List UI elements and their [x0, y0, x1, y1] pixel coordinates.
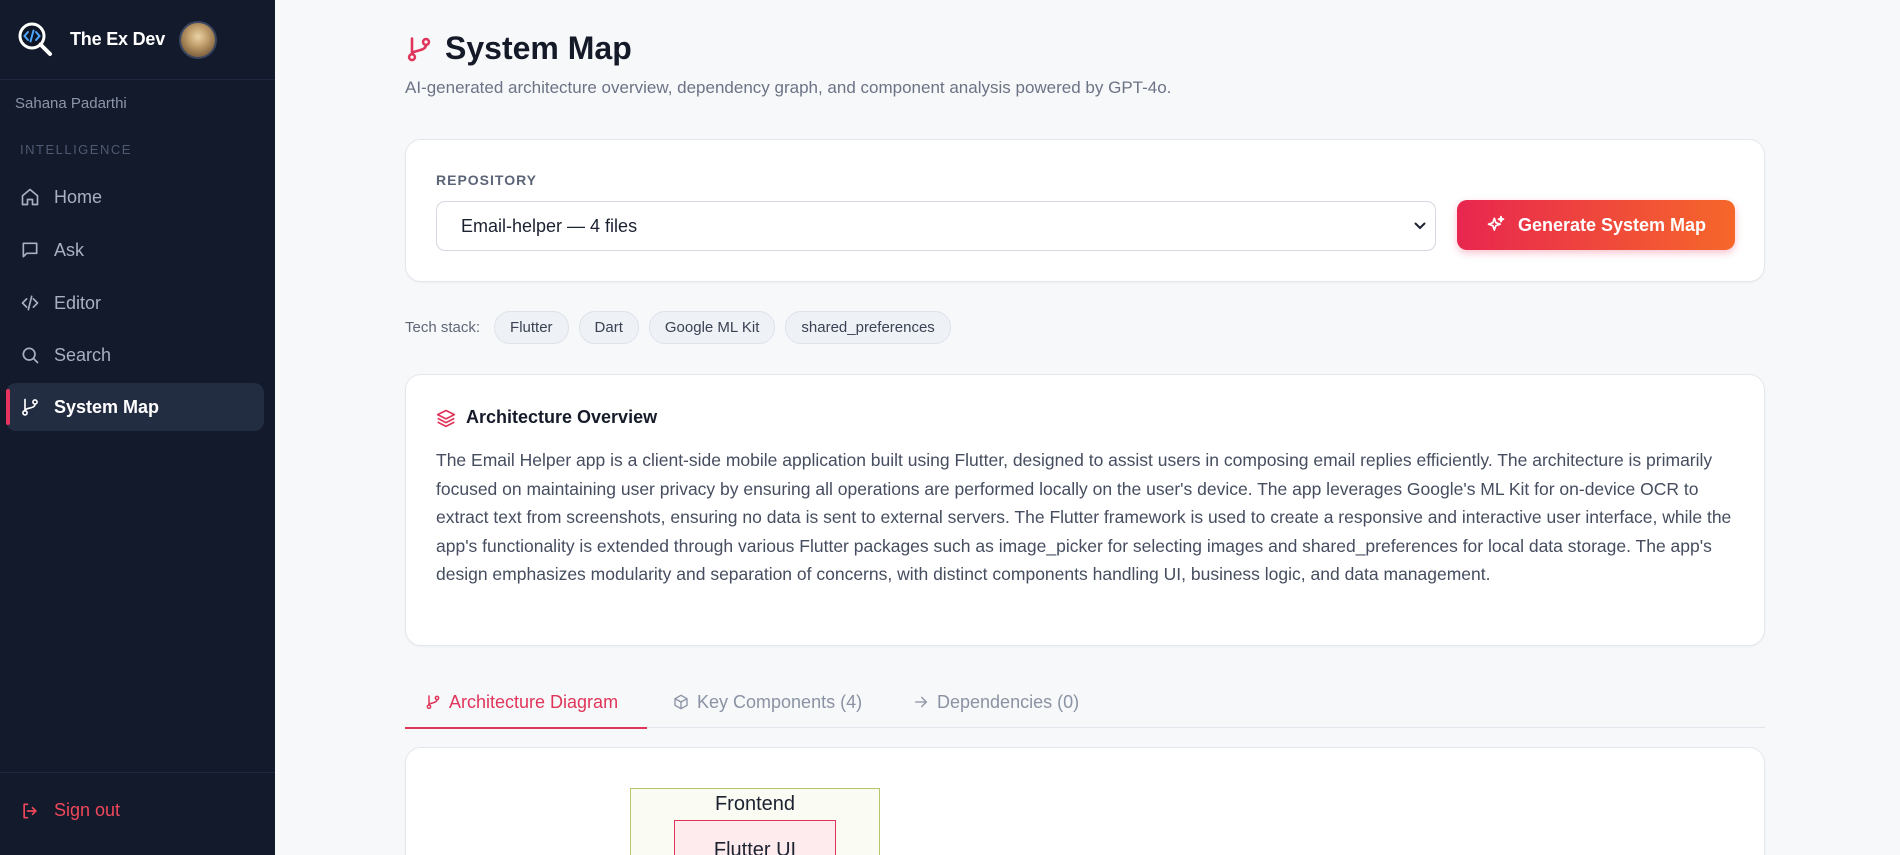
diagram-node-label: Flutter UI	[713, 839, 797, 855]
sidebar-item-label: Search	[54, 344, 112, 365]
logo-magnifier-code-icon	[18, 22, 52, 56]
page-header: System Map	[405, 30, 632, 67]
sidebar: The Ex Dev Sahana Padarthi INTELLIGENCE …	[0, 0, 275, 855]
sidebar-item-system-map[interactable]: System Map	[6, 383, 264, 431]
sidebar-item-home[interactable]: Home	[6, 173, 264, 221]
tech-chip: Google ML Kit	[648, 311, 776, 344]
home-icon	[21, 188, 39, 206]
repository-label: REPOSITORY	[436, 172, 538, 188]
sidebar-item-label: Home	[54, 186, 103, 207]
git-branch-icon	[22, 398, 38, 416]
sign-out-button[interactable]: Sign out	[20, 800, 120, 821]
tech-stack-label: Tech stack:	[405, 319, 481, 336]
repository-select[interactable]: Email-helper — 4 files	[436, 201, 1436, 251]
code-icon	[21, 295, 39, 311]
brand-name: The Ex Dev	[70, 29, 166, 49]
sidebar-item-search[interactable]: Search	[6, 331, 264, 379]
tab-dependencies[interactable]: Dependencies (0)	[913, 676, 1079, 728]
architecture-overview-card: Architecture Overview The Email Helper a…	[405, 374, 1765, 646]
generate-button-label: Generate System Map	[1517, 214, 1707, 235]
nav-section-label: INTELLIGENCE	[20, 142, 132, 157]
sidebar-item-label: System Map	[54, 396, 160, 417]
tech-stack: Tech stack: Flutter Dart Google ML Kit s…	[405, 311, 961, 344]
generate-system-map-button[interactable]: Generate System Map	[1457, 200, 1735, 250]
page-title: System Map	[445, 30, 632, 66]
brand: The Ex Dev	[0, 0, 275, 80]
diagram-group-label: Frontend	[714, 793, 796, 815]
sparkles-icon	[1487, 215, 1505, 231]
tech-chip: shared_preferences	[785, 311, 951, 344]
tab-label: Key Components (4)	[697, 691, 863, 712]
main-content: System Map AI-generated architecture ove…	[275, 0, 1900, 855]
chat-icon	[22, 242, 38, 258]
git-branch-icon	[407, 36, 431, 61]
sidebar-footer: Sign out	[0, 772, 275, 855]
box-icon	[674, 694, 688, 710]
tab-label: Dependencies (0)	[937, 691, 1080, 712]
diagram-group-frontend: Frontend Flutter UI	[630, 788, 880, 855]
chevron-down-icon	[1414, 222, 1426, 230]
diagram-node-flutter-ui[interactable]: Flutter UI	[674, 820, 836, 855]
search-icon	[22, 347, 39, 364]
tech-chip: Dart	[578, 311, 639, 344]
architecture-header: Architecture Overview	[436, 407, 657, 428]
repository-card: REPOSITORY Email-helper — 4 files Genera…	[405, 139, 1765, 282]
git-branch-icon	[426, 695, 440, 710]
sign-out-label: Sign out	[54, 800, 121, 820]
sidebar-item-ask[interactable]: Ask	[6, 226, 264, 274]
architecture-title: Architecture Overview	[466, 407, 658, 427]
user-name: Sahana Padarthi	[15, 95, 127, 112]
sign-out-icon	[23, 803, 37, 818]
page-subtitle: AI-generated architecture overview, depe…	[405, 78, 1172, 97]
sidebar-item-label: Editor	[54, 292, 102, 313]
tab-key-components[interactable]: Key Components (4)	[673, 676, 862, 728]
tab-label: Architecture Diagram	[449, 691, 619, 712]
sidebar-item-editor[interactable]: Editor	[6, 279, 264, 327]
sidebar-item-label: Ask	[54, 239, 85, 260]
tech-chip: Flutter	[494, 311, 569, 344]
architecture-diagram-card: Frontend Flutter UI	[405, 747, 1765, 855]
arrow-right-icon	[915, 696, 927, 708]
architecture-description: The Email Helper app is a client-side mo…	[436, 450, 1732, 584]
tab-architecture-diagram[interactable]: Architecture Diagram	[405, 676, 647, 729]
view-tabs: Architecture Diagram Key Components (4) …	[405, 676, 1765, 729]
avatar[interactable]	[179, 20, 218, 59]
layers-icon	[436, 409, 456, 427]
